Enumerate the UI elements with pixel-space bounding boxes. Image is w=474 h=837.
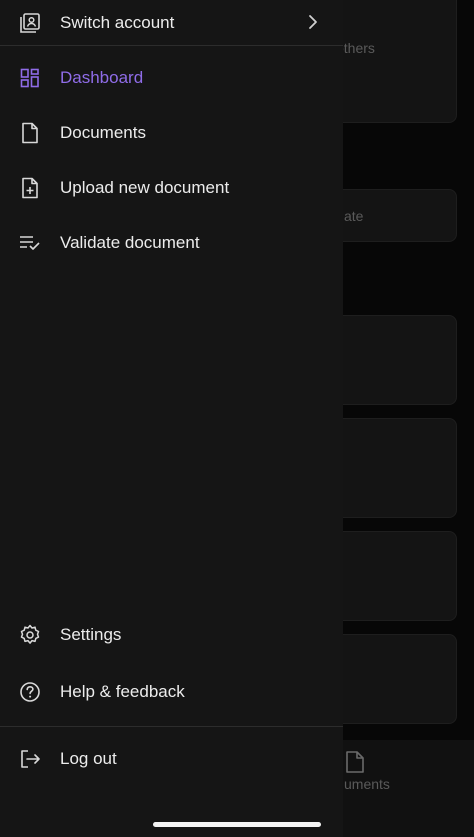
log-out-item[interactable]: Log out <box>0 735 343 783</box>
home-indicator <box>153 822 321 827</box>
nav-item-upload-new-document[interactable]: Upload new document <box>0 164 343 212</box>
nav-item-label: Dashboard <box>60 68 144 87</box>
document-icon <box>18 121 42 145</box>
dashboard-icon <box>18 66 42 90</box>
chevron-right-icon <box>309 15 317 29</box>
divider <box>0 726 343 727</box>
upload-document-icon <box>18 176 42 200</box>
nav-item-documents[interactable]: Documents <box>0 109 343 157</box>
gear-icon <box>18 623 42 647</box>
help-feedback-item[interactable]: Help & feedback <box>0 668 343 716</box>
help-icon <box>18 680 42 704</box>
help-feedback-label: Help & feedback <box>60 682 185 701</box>
nav-item-label: Documents <box>60 123 146 142</box>
log-out-label: Log out <box>60 749 117 768</box>
nav-item-dashboard[interactable]: Dashboard <box>0 54 343 102</box>
nav-item-label: Validate document <box>60 233 200 252</box>
nav-item-validate-document[interactable]: Validate document <box>0 219 343 267</box>
settings-item[interactable]: Settings <box>0 611 343 659</box>
background-tab-label: uments <box>344 776 390 792</box>
navigation-drawer: Switch account Dashboard Documents Uploa… <box>0 0 343 837</box>
nav-item-label: Upload new document <box>60 178 230 197</box>
settings-label: Settings <box>60 625 122 644</box>
switch-account-icon <box>18 11 42 35</box>
divider <box>0 45 343 46</box>
log-out-icon <box>18 747 42 771</box>
validate-list-icon <box>18 231 42 255</box>
background-document-icon <box>346 751 364 773</box>
switch-account-item[interactable]: Switch account <box>0 0 343 47</box>
background-partial-text: ate <box>344 208 364 224</box>
switch-account-label: Switch account <box>60 13 175 32</box>
